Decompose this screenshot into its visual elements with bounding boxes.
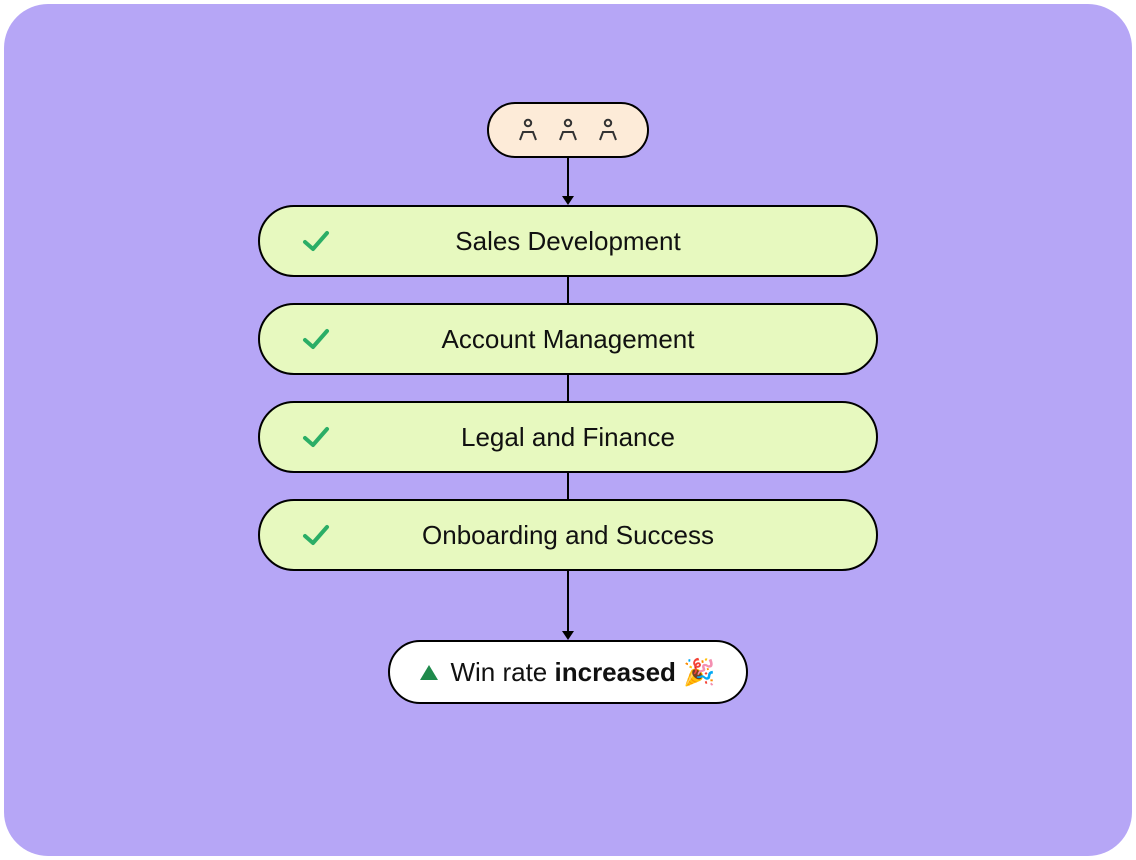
stage-label: Legal and Finance — [260, 422, 876, 453]
result-prefix: Win rate — [450, 657, 554, 687]
stage-label: Onboarding and Success — [260, 520, 876, 551]
result-node: Win rate increased 🎉 — [388, 640, 747, 704]
party-popper-icon: 🎉 — [683, 657, 715, 687]
person-icon — [557, 118, 579, 142]
stage-label: Account Management — [260, 324, 876, 355]
result-emphasis: increased — [555, 657, 676, 687]
connector-line — [567, 375, 569, 401]
stage-label: Sales Development — [260, 226, 876, 257]
stage-list: Sales Development Account Management Leg… — [258, 205, 878, 571]
person-icon — [517, 118, 539, 142]
arrow-down-icon — [562, 158, 574, 205]
stage-node: Account Management — [258, 303, 878, 375]
team-node — [487, 102, 649, 158]
arrow-down-icon — [562, 571, 574, 640]
person-icon — [597, 118, 619, 142]
stage-node: Legal and Finance — [258, 401, 878, 473]
result-text: Win rate increased 🎉 — [450, 657, 715, 688]
connector-line — [567, 277, 569, 303]
connector-line — [567, 473, 569, 499]
up-triangle-icon — [420, 665, 438, 680]
stage-node: Sales Development — [258, 205, 878, 277]
stage-node: Onboarding and Success — [258, 499, 878, 571]
diagram-card: Sales Development Account Management Leg… — [4, 4, 1132, 856]
